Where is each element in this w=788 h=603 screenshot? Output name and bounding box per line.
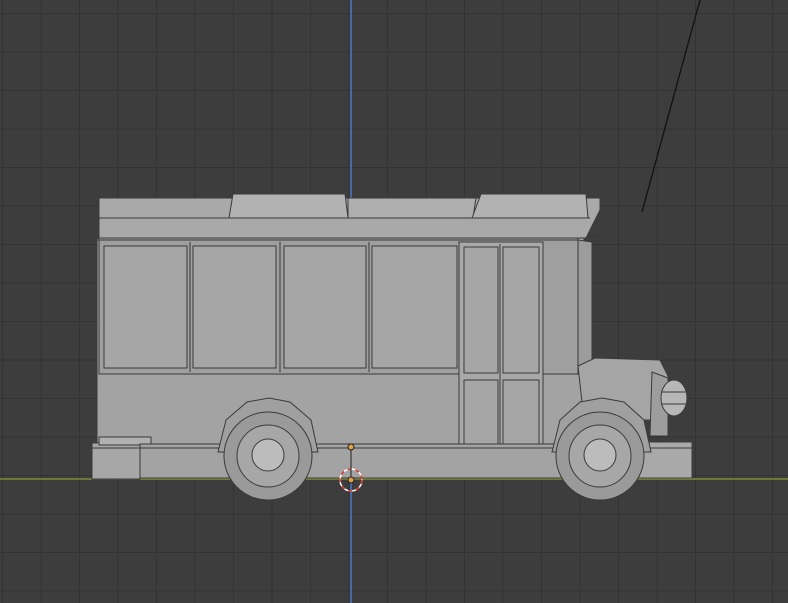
bus-window-1 [103, 245, 188, 369]
bus-roof-vent-rear [471, 193, 589, 219]
bus-windshield [577, 239, 593, 369]
bus-window-2 [192, 245, 277, 369]
bus-roof-vent-mid [347, 197, 477, 219]
3d-viewport[interactable] [0, 0, 788, 603]
bus-roof-vent-front [228, 193, 349, 219]
camera-line [641, 0, 701, 213]
bus-door-left-panel [463, 246, 499, 374]
viewport-scene[interactable] [0, 0, 788, 603]
object-origin-dot [347, 476, 355, 484]
rear-hub [251, 438, 285, 472]
object-origin-dot-top [347, 443, 355, 451]
bus-door-right-panel [502, 246, 540, 374]
bus-window-4 [371, 245, 458, 369]
headlight [660, 379, 688, 417]
bus-mesh[interactable] [91, 193, 693, 501]
front-hub [583, 438, 617, 472]
bus-window-3 [283, 245, 367, 369]
